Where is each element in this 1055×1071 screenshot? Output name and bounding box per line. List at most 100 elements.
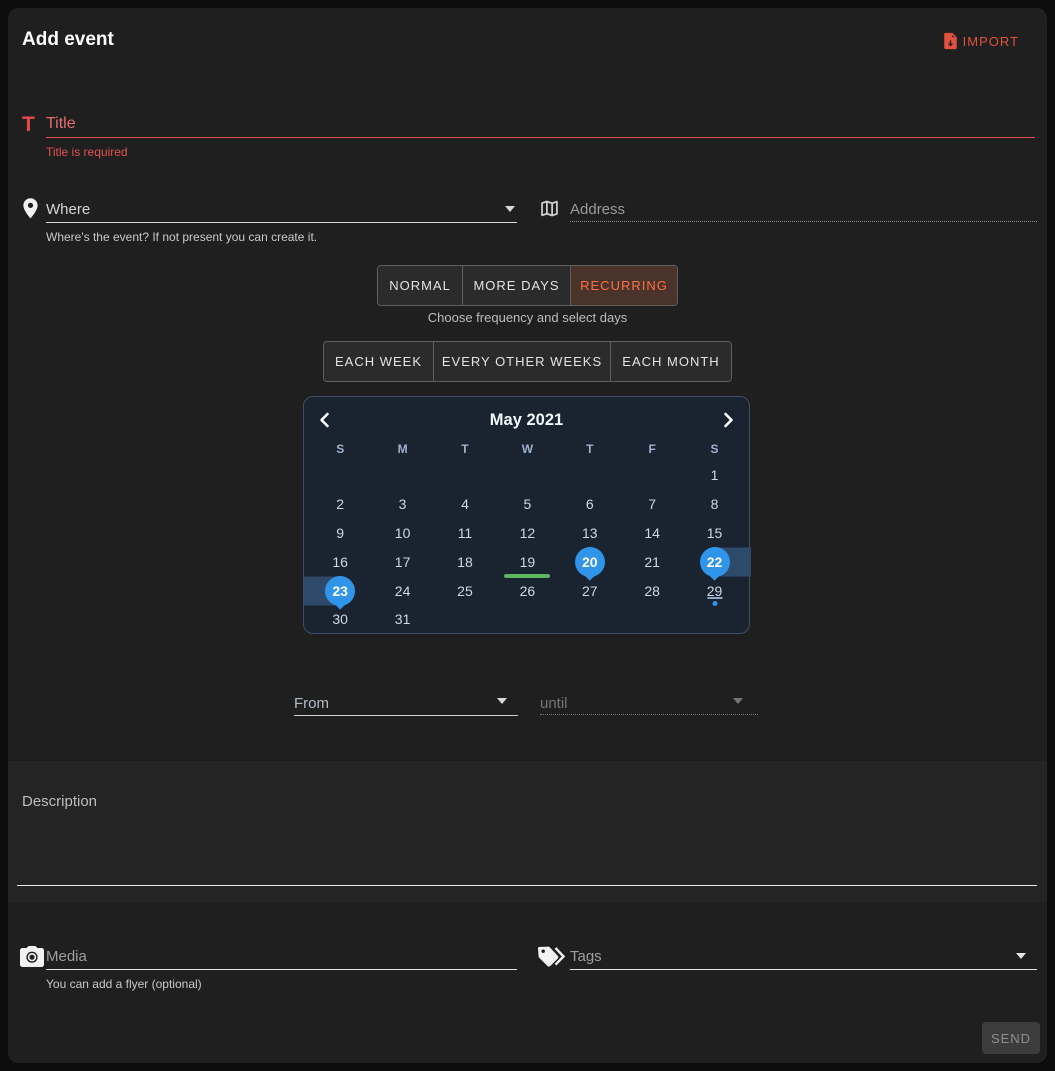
dropdown-caret-icon[interactable] (497, 698, 507, 704)
day-number: 24 (388, 576, 418, 606)
calendar-day-27[interactable]: 27 (559, 576, 621, 605)
weekday-label: T (559, 440, 621, 458)
description-field[interactable]: Description (8, 762, 1047, 903)
until-underline (540, 714, 758, 715)
day-number: 5 (512, 489, 542, 519)
tags-underline (570, 969, 1037, 970)
calendar-day-11[interactable]: 11 (434, 519, 496, 548)
calendar-day-26[interactable]: 26 (496, 576, 558, 605)
day-number: 8 (700, 489, 730, 519)
calendar-day-7[interactable]: 7 (621, 490, 683, 519)
day-number: 23 (325, 576, 355, 606)
frequency-each-month[interactable]: EACH MONTH (610, 342, 731, 381)
address-underline (570, 221, 1037, 222)
dropdown-caret-icon (733, 698, 743, 704)
tags-select[interactable]: Tags (570, 948, 602, 965)
day-number: 31 (388, 604, 418, 634)
calendar-day-13[interactable]: 13 (559, 519, 621, 548)
where-hint: Where's the event? If not present you ca… (46, 230, 317, 244)
day-number: 30 (325, 604, 355, 634)
calendar-day-20[interactable]: 20 (559, 547, 621, 576)
calendar-day-24[interactable]: 24 (371, 576, 433, 605)
calendar-day-19[interactable]: 19 (496, 547, 558, 576)
calendar-day-10[interactable]: 10 (371, 519, 433, 548)
calendar-day-5[interactable]: 5 (496, 490, 558, 519)
day-number: 19 (512, 547, 542, 577)
calendar-day-23[interactable]: 23 (309, 576, 371, 605)
weekday-label: W (496, 440, 558, 458)
day-number: 10 (388, 518, 418, 548)
chevron-left-icon[interactable] (318, 412, 331, 428)
calendar-day-6[interactable]: 6 (559, 490, 621, 519)
map-icon (539, 198, 560, 224)
calendar-day-17[interactable]: 17 (371, 547, 433, 576)
add-event-dialog: Add event IMPORT T Title Title is requir… (8, 8, 1047, 1063)
media-underline (46, 969, 517, 970)
send-button[interactable]: SEND (982, 1022, 1040, 1054)
weekday-label: S (309, 440, 371, 458)
day-number: 11 (450, 518, 480, 548)
chevron-right-icon[interactable] (722, 412, 735, 428)
from-underline (294, 715, 518, 716)
calendar-day-4[interactable]: 4 (434, 490, 496, 519)
weekday-label: M (371, 440, 433, 458)
title-input[interactable]: Title (46, 115, 76, 133)
day-number: 12 (512, 518, 542, 548)
where-select[interactable]: Where (46, 201, 90, 218)
frequency-options: EACH WEEK EVERY OTHER WEEKS EACH MONTH (323, 341, 732, 382)
calendar-day-14[interactable]: 14 (621, 519, 683, 548)
day-number: 1 (700, 460, 730, 490)
calendar-day-9[interactable]: 9 (309, 519, 371, 548)
day-number: 3 (388, 489, 418, 519)
calendar-day-3[interactable]: 3 (371, 490, 433, 519)
calendar-day-empty (496, 605, 558, 634)
calendar-day-2[interactable]: 2 (309, 490, 371, 519)
where-underline (46, 222, 517, 223)
calendar-day-empty (559, 461, 621, 490)
tab-recurring[interactable]: RECURRING (570, 266, 677, 305)
tab-normal[interactable]: NORMAL (378, 266, 462, 305)
calendar-day-empty (434, 461, 496, 490)
calendar-day-29[interactable]: 29 (683, 576, 745, 605)
day-number: 14 (637, 518, 667, 548)
dropdown-caret-icon[interactable] (1016, 953, 1026, 959)
address-input[interactable]: Address (570, 201, 625, 218)
calendar-day-31[interactable]: 31 (371, 605, 433, 634)
day-number: 26 (512, 576, 542, 606)
calendar-day-28[interactable]: 28 (621, 576, 683, 605)
until-time-select[interactable]: until (540, 695, 568, 712)
frequency-every-other-weeks[interactable]: EVERY OTHER WEEKS (433, 342, 610, 381)
calendar-day-16[interactable]: 16 (309, 547, 371, 576)
calendar-day-8[interactable]: 8 (683, 490, 745, 519)
calendar-day-empty (309, 461, 371, 490)
calendar-header: May 2021 (304, 400, 749, 440)
day-number: 4 (450, 489, 480, 519)
title-underline (46, 137, 1035, 138)
day-number: 22 (700, 547, 730, 577)
event-type-tabs: NORMAL MORE DAYS RECURRING (377, 265, 678, 306)
calendar-weekday-row: S M T W T F S (304, 440, 749, 458)
calendar-day-30[interactable]: 30 (309, 605, 371, 634)
calendar-day-25[interactable]: 25 (434, 576, 496, 605)
calendar: May 2021 S M T W T F S 12345678910111213… (303, 396, 750, 634)
calendar-day-18[interactable]: 18 (434, 547, 496, 576)
calendar-day-1[interactable]: 1 (683, 461, 745, 490)
calendar-day-21[interactable]: 21 (621, 547, 683, 576)
tab-more-days[interactable]: MORE DAYS (462, 266, 570, 305)
calendar-day-22[interactable]: 22 (683, 547, 745, 576)
day-number: 20 (575, 547, 605, 577)
import-label: IMPORT (963, 34, 1019, 49)
calendar-day-empty (621, 461, 683, 490)
day-number: 29 (700, 576, 730, 606)
calendar-day-empty (621, 605, 683, 634)
from-time-select[interactable]: From (294, 695, 329, 712)
frequency-each-week[interactable]: EACH WEEK (324, 342, 433, 381)
media-input[interactable]: Media (46, 948, 87, 965)
calendar-day-15[interactable]: 15 (683, 519, 745, 548)
calendar-day-empty (496, 461, 558, 490)
import-button[interactable]: IMPORT (943, 32, 1019, 50)
day-number: 25 (450, 576, 480, 606)
calendar-month-label: May 2021 (490, 411, 563, 430)
dropdown-caret-icon[interactable] (505, 206, 515, 212)
calendar-day-12[interactable]: 12 (496, 519, 558, 548)
